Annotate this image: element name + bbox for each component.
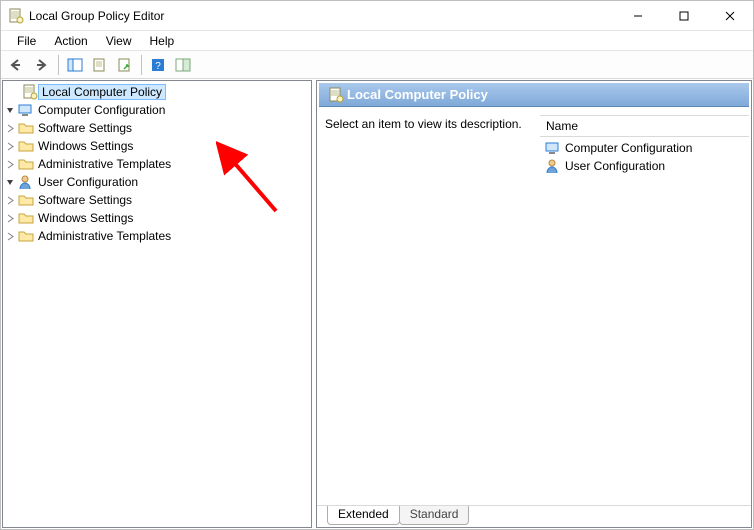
menu-help[interactable]: Help: [142, 33, 183, 49]
list-item-label: Computer Configuration: [562, 141, 695, 155]
tree-label: Computer Configuration: [35, 103, 168, 117]
tree-label: Windows Settings: [35, 139, 136, 153]
details-pane: Local Computer Policy Select an item to …: [316, 80, 752, 528]
list-item-label: User Configuration: [562, 159, 668, 173]
computer-icon: [17, 102, 35, 118]
tree-windows-settings-user[interactable]: Windows Settings: [3, 209, 311, 227]
chevron-down-icon[interactable]: [3, 178, 17, 187]
minimize-button[interactable]: [615, 1, 661, 30]
tree-pane[interactable]: Local Computer Policy Comput: [2, 80, 312, 528]
tree-windows-settings[interactable]: Windows Settings: [3, 137, 311, 155]
tab-extended[interactable]: Extended: [327, 506, 400, 525]
folder-icon: [17, 229, 35, 243]
description-text: Select an item to view its description.: [325, 115, 540, 503]
help-button[interactable]: ?: [146, 53, 170, 77]
chevron-down-icon[interactable]: [3, 106, 17, 115]
policy-icon: [325, 87, 347, 103]
tree-software-settings-user[interactable]: Software Settings: [3, 191, 311, 209]
list-item[interactable]: Computer Configuration: [540, 139, 749, 157]
policy-icon: [21, 84, 39, 100]
menu-bar: File Action View Help: [1, 31, 753, 51]
tree-admin-templates-user[interactable]: Administrative Templates: [3, 227, 311, 245]
folder-icon: [17, 193, 35, 207]
details-header-title: Local Computer Policy: [347, 87, 488, 102]
tree-label: Administrative Templates: [35, 229, 174, 243]
filter-button[interactable]: [171, 53, 195, 77]
chevron-right-icon[interactable]: [3, 196, 17, 205]
menu-file[interactable]: File: [9, 33, 44, 49]
toolbar-separator: [58, 55, 59, 75]
tab-bar: Extended Standard: [317, 505, 751, 527]
computer-icon: [544, 140, 562, 156]
chevron-right-icon[interactable]: [3, 142, 17, 151]
details-header: Local Computer Policy: [319, 83, 749, 107]
maximize-button[interactable]: [661, 1, 707, 30]
tree-label: Windows Settings: [35, 211, 136, 225]
column-header-name[interactable]: Name: [540, 115, 749, 137]
list-item[interactable]: User Configuration: [540, 157, 749, 175]
user-icon: [17, 174, 35, 190]
title-bar: Local Group Policy Editor: [1, 1, 753, 31]
tree-root[interactable]: Local Computer Policy: [3, 83, 311, 101]
chevron-right-icon[interactable]: [3, 214, 17, 223]
tab-standard[interactable]: Standard: [399, 506, 470, 525]
tree-label: User Configuration: [35, 175, 141, 189]
menu-view[interactable]: View: [98, 33, 140, 49]
properties-button[interactable]: [88, 53, 112, 77]
folder-icon: [17, 157, 35, 171]
tree-admin-templates[interactable]: Administrative Templates: [3, 155, 311, 173]
toolbar: ?: [1, 51, 753, 79]
tree-computer-configuration[interactable]: Computer Configuration: [3, 101, 311, 119]
folder-icon: [17, 139, 35, 153]
tree-label: Software Settings: [35, 121, 135, 135]
window-controls: [615, 1, 753, 30]
window-title: Local Group Policy Editor: [25, 9, 615, 23]
svg-text:?: ?: [155, 61, 161, 72]
back-button[interactable]: [5, 53, 29, 77]
show-hide-tree-button[interactable]: [63, 53, 87, 77]
forward-button[interactable]: [30, 53, 54, 77]
tree-user-configuration[interactable]: User Configuration: [3, 173, 311, 191]
app-icon: [7, 8, 25, 24]
details-list: Name Computer Configuration User Configu…: [540, 115, 749, 503]
tree-label: Software Settings: [35, 193, 135, 207]
menu-action[interactable]: Action: [46, 33, 95, 49]
tree-label: Local Computer Policy: [39, 85, 165, 99]
tree-software-settings[interactable]: Software Settings: [3, 119, 311, 137]
toolbar-separator: [141, 55, 142, 75]
tree-label: Administrative Templates: [35, 157, 174, 171]
user-icon: [544, 158, 562, 174]
close-button[interactable]: [707, 1, 753, 30]
chevron-right-icon[interactable]: [3, 160, 17, 169]
chevron-right-icon[interactable]: [3, 232, 17, 241]
folder-icon: [17, 211, 35, 225]
chevron-right-icon[interactable]: [3, 124, 17, 133]
folder-icon: [17, 121, 35, 135]
export-list-button[interactable]: [113, 53, 137, 77]
